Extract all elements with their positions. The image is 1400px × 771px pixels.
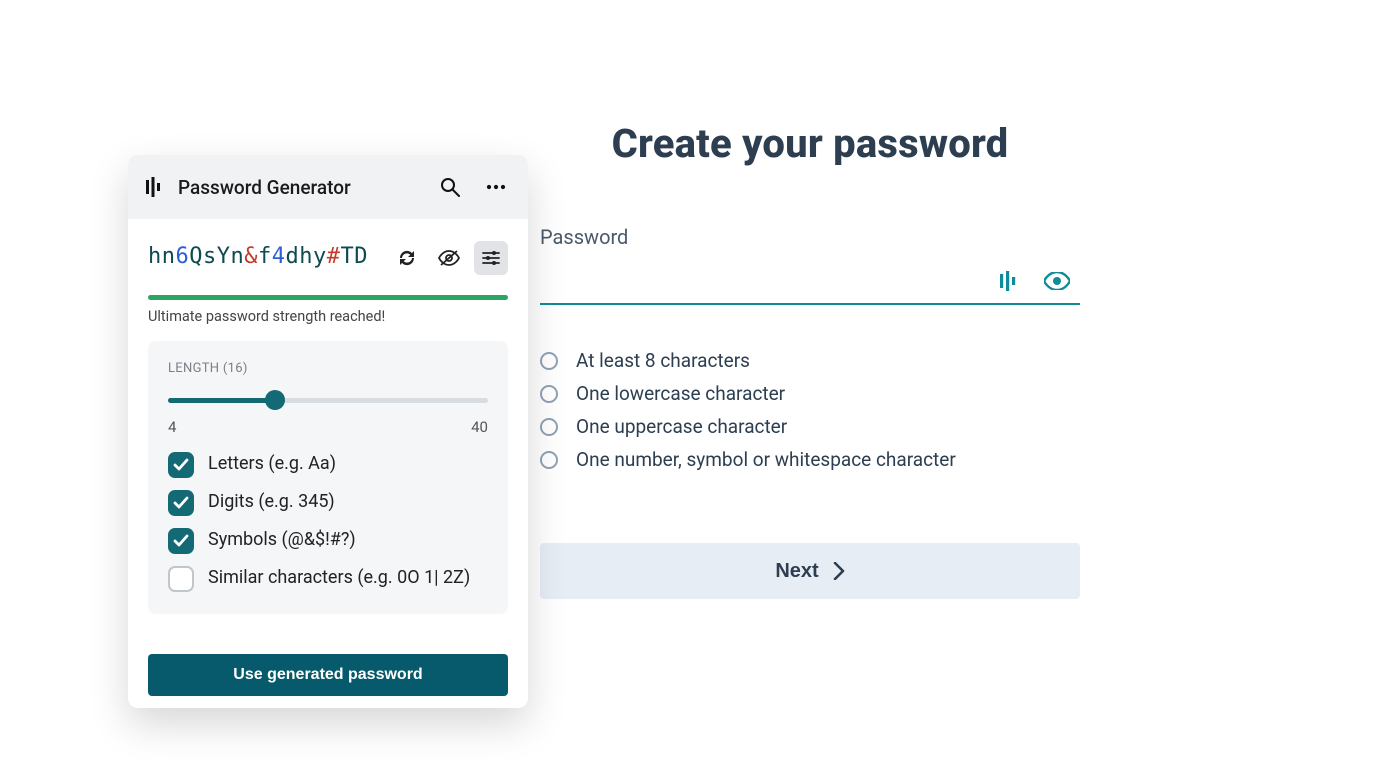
page-title: Create your password: [540, 120, 1080, 167]
strength-meter: [148, 295, 508, 300]
option-row[interactable]: Symbols (@&$!#?): [168, 528, 488, 554]
option-label: Symbols (@&$!#?): [208, 528, 356, 552]
requirement-status-icon: [540, 418, 558, 436]
option-row[interactable]: Letters (e.g. Aa): [168, 452, 488, 478]
password-label: Password: [540, 225, 1080, 249]
checkbox[interactable]: [168, 452, 194, 478]
option-row[interactable]: Similar characters (e.g. 0O 1| 2Z): [168, 566, 488, 592]
checkbox[interactable]: [168, 528, 194, 554]
requirement-text: At least 8 characters: [576, 349, 750, 372]
more-icon[interactable]: [482, 180, 510, 194]
show-password-icon[interactable]: [1040, 268, 1074, 294]
chevron-right-icon: [833, 562, 845, 580]
password-field-wrap: [540, 259, 1080, 305]
requirement-item: At least 8 characters: [540, 349, 1080, 372]
length-max: 40: [471, 418, 488, 436]
length-slider[interactable]: [168, 388, 488, 412]
regenerate-icon[interactable]: [390, 241, 424, 275]
requirement-item: One number, symbol or whitespace charact…: [540, 448, 1080, 471]
option-label: Digits (e.g. 345): [208, 490, 335, 514]
settings-icon[interactable]: [474, 241, 508, 275]
option-label: Letters (e.g. Aa): [208, 452, 336, 476]
requirement-text: One lowercase character: [576, 382, 785, 405]
next-button-label: Next: [775, 560, 818, 583]
use-button-label: Use generated password: [233, 666, 422, 683]
search-icon[interactable]: [436, 173, 464, 201]
length-label: LENGTH (16): [168, 361, 488, 376]
generated-password-display: hn6QsYn&f4dhy#TD: [148, 237, 390, 277]
dashlane-logo-icon: [146, 177, 162, 197]
password-generator-panel: Password Generator hn6QsYn&f4dhy#TD: [128, 155, 528, 708]
password-requirements: At least 8 characters One lowercase char…: [540, 349, 1080, 471]
requirement-item: One lowercase character: [540, 382, 1080, 405]
use-generated-password-button[interactable]: Use generated password: [148, 654, 508, 696]
password-input[interactable]: [540, 261, 996, 301]
length-min: 4: [168, 418, 176, 436]
checkbox[interactable]: [168, 566, 194, 592]
generator-options: LENGTH (16) 4 40 Letters (e.g. Aa) Digits…: [148, 341, 508, 614]
requirement-status-icon: [540, 451, 558, 469]
next-button[interactable]: Next: [540, 543, 1080, 599]
checkbox[interactable]: [168, 490, 194, 516]
requirement-text: One uppercase character: [576, 415, 787, 438]
requirement-text: One number, symbol or whitespace charact…: [576, 448, 956, 471]
requirement-item: One uppercase character: [540, 415, 1080, 438]
option-row[interactable]: Digits (e.g. 345): [168, 490, 488, 516]
generator-title: Password Generator: [178, 176, 436, 199]
requirement-status-icon: [540, 352, 558, 370]
slider-thumb[interactable]: [265, 390, 285, 410]
option-label: Similar characters (e.g. 0O 1| 2Z): [208, 566, 470, 590]
strength-text: Ultimate password strength reached!: [148, 308, 508, 325]
dashlane-fill-icon[interactable]: [996, 267, 1022, 295]
generator-header: Password Generator: [128, 155, 528, 219]
hide-password-icon[interactable]: [432, 241, 466, 275]
requirement-status-icon: [540, 385, 558, 403]
